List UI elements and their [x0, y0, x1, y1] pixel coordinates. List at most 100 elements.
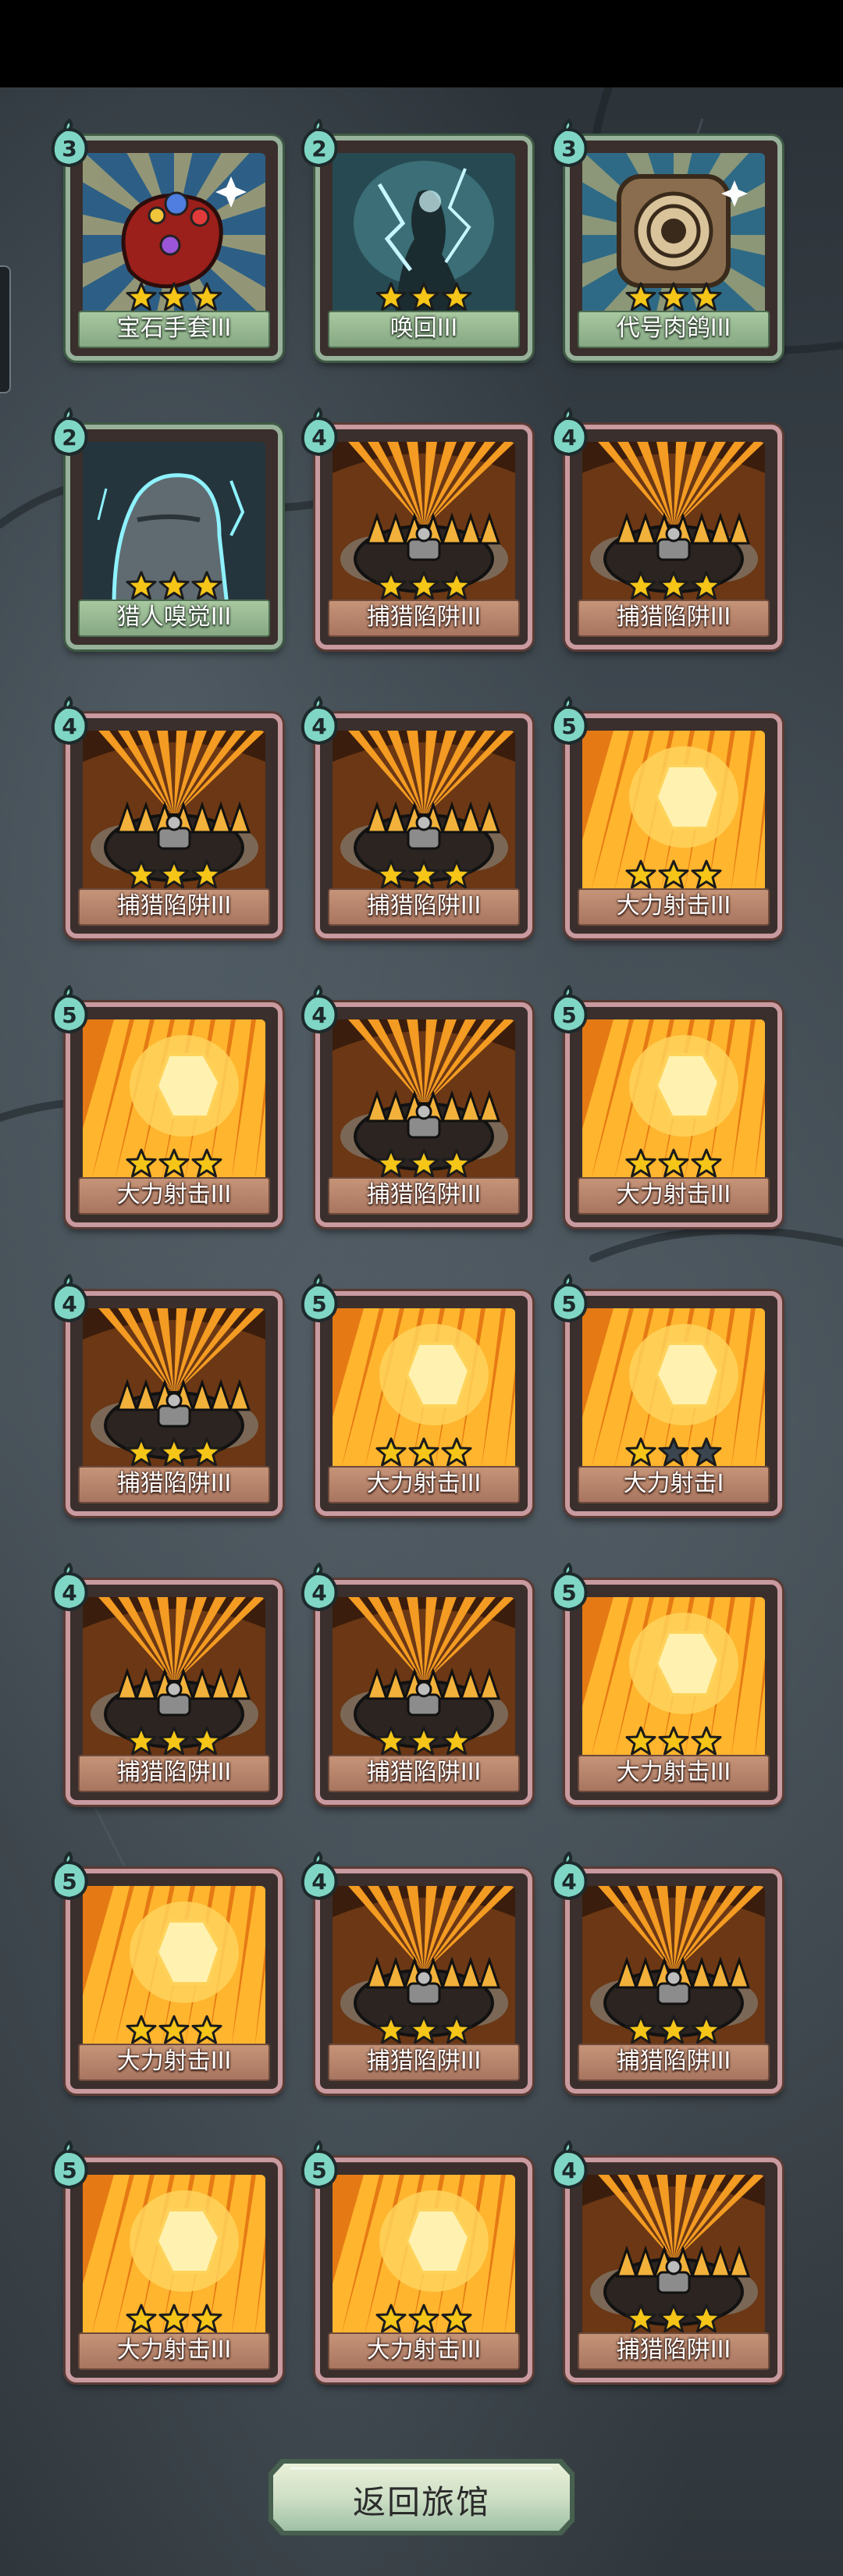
card[interactable]: 大力射击III 5 [550, 985, 782, 1227]
card[interactable]: 捕猎陷阱III 4 [301, 407, 532, 649]
card-name: 捕猎陷阱III [78, 888, 270, 926]
star-filled-icon [441, 2303, 472, 2334]
star-filled-icon [158, 2303, 190, 2334]
card-name: 捕猎陷阱III [578, 600, 770, 637]
star-filled-icon [158, 281, 190, 312]
star-filled-icon [408, 1436, 439, 1468]
card[interactable]: 大力射击I 5 [550, 1274, 782, 1516]
cost-value: 5 [311, 1291, 327, 1317]
star-rating [570, 859, 777, 891]
cost-value: 2 [62, 425, 77, 450]
star-filled-icon [691, 570, 722, 601]
star-rating [70, 1725, 278, 1758]
card[interactable]: 大力射击III 5 [51, 985, 283, 1227]
card-name: 大力射击III [78, 1177, 270, 1215]
card[interactable]: 捕猎陷阱III 4 [550, 1852, 782, 2094]
star-filled-icon [408, 859, 439, 890]
star-filled-icon [191, 1436, 222, 1468]
star-filled-icon [658, 2303, 689, 2334]
card[interactable]: 捕猎陷阱III 4 [301, 985, 532, 1227]
cost-badge: 3 [50, 119, 89, 167]
star-filled-icon [625, 570, 656, 601]
star-filled-icon [691, 281, 722, 312]
card[interactable]: 代号肉鸽III 3 [550, 119, 782, 361]
card[interactable]: 大力射击III 5 [550, 1563, 782, 1805]
card[interactable]: 捕猎陷阱III 4 [51, 1274, 283, 1516]
star-filled-icon [191, 1725, 222, 1756]
star-filled-icon [126, 2303, 157, 2334]
return-to-tavern-button[interactable]: 返回旅馆 [264, 2454, 579, 2540]
cost-badge: 5 [550, 1274, 589, 1322]
star-filled-icon [408, 570, 439, 601]
card[interactable]: 大力射击III 5 [301, 2140, 532, 2382]
star-filled-icon [191, 2014, 222, 2045]
card[interactable]: 大力射击III 5 [550, 696, 782, 938]
star-filled-icon [625, 2014, 656, 2045]
card-name: 唤回III [328, 311, 520, 348]
star-filled-icon [658, 570, 689, 601]
card[interactable]: 大力射击III 5 [51, 1852, 283, 2094]
cost-badge: 5 [550, 696, 589, 745]
star-filled-icon [191, 1147, 222, 1179]
star-filled-icon [375, 1147, 407, 1179]
card[interactable]: 捕猎陷阱III 4 [51, 696, 283, 938]
star-filled-icon [191, 859, 222, 890]
card-name: 大力射击III [78, 2332, 270, 2370]
star-filled-icon [375, 1436, 407, 1468]
star-empty-icon [691, 1436, 722, 1468]
star-filled-icon [408, 1147, 439, 1179]
card[interactable]: 大力射击III 5 [51, 2140, 283, 2382]
card-name: 大力射击III [328, 2332, 520, 2370]
star-filled-icon [625, 281, 656, 312]
star-filled-icon [691, 1725, 722, 1756]
cost-badge: 4 [550, 407, 589, 456]
card[interactable]: 唤回III 2 [301, 119, 532, 361]
star-filled-icon [625, 1147, 656, 1179]
card[interactable]: 捕猎陷阱III 4 [301, 1852, 532, 2094]
card-name: 捕猎陷阱III [78, 1466, 270, 1503]
card[interactable]: 猎人嗅觉III 2 [51, 407, 283, 649]
cost-badge: 5 [300, 1274, 339, 1322]
star-filled-icon [658, 281, 689, 312]
card-name: 代号肉鸽III [578, 311, 770, 348]
cost-value: 5 [561, 1002, 577, 1028]
card[interactable]: 捕猎陷阱III 4 [550, 2140, 782, 2382]
card-name: 大力射击III [78, 2044, 270, 2081]
star-filled-icon [158, 1436, 190, 1468]
star-rating [70, 2014, 278, 2047]
card[interactable]: 捕猎陷阱III 4 [301, 1563, 532, 1805]
star-filled-icon [158, 570, 190, 601]
cost-badge: 5 [50, 985, 89, 1034]
star-rating [570, 570, 777, 603]
star-filled-icon [441, 1436, 472, 1468]
star-rating [320, 1436, 528, 1469]
star-rating [320, 570, 528, 603]
star-rating [320, 1725, 528, 1758]
star-rating [70, 1436, 278, 1469]
star-filled-icon [375, 570, 407, 601]
card[interactable]: 捕猎陷阱III 4 [301, 696, 532, 938]
star-rating [70, 1147, 278, 1180]
cost-value: 4 [311, 425, 327, 450]
star-filled-icon [441, 2014, 472, 2045]
cost-value: 5 [62, 2158, 77, 2183]
star-filled-icon [126, 2014, 157, 2045]
star-filled-icon [441, 1147, 472, 1179]
return-button-label: 返回旅馆 [352, 2483, 490, 2521]
star-filled-icon [126, 1725, 157, 1756]
card[interactable]: 大力射击III 5 [301, 1274, 532, 1516]
card[interactable]: 捕猎陷阱III 4 [550, 407, 782, 649]
star-rating [570, 2014, 777, 2047]
card-name: 大力射击I [578, 1466, 770, 1503]
star-rating [570, 1147, 777, 1180]
star-rating [570, 2303, 777, 2336]
star-filled-icon [658, 859, 689, 890]
star-rating [570, 281, 777, 314]
cost-value: 5 [561, 1291, 577, 1317]
card-name: 大力射击III [578, 1177, 770, 1215]
card-name: 捕猎陷阱III [328, 600, 520, 637]
star-rating [70, 281, 278, 314]
card[interactable]: 捕猎陷阱III 4 [51, 1563, 283, 1805]
card[interactable]: 宝石手套III 3 [51, 119, 283, 361]
star-rating [320, 2303, 528, 2336]
